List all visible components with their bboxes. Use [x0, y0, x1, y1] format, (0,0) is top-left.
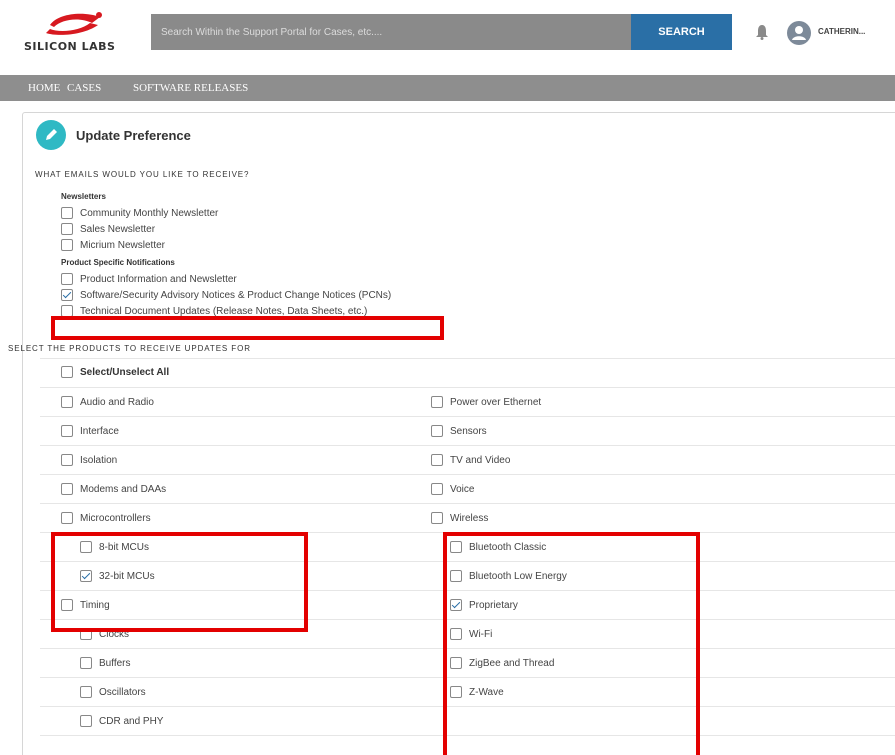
row-divider — [40, 358, 895, 359]
option-label: Sensors — [450, 425, 487, 437]
option-label: Product Information and Newsletter — [80, 273, 237, 285]
checkbox[interactable] — [61, 239, 73, 251]
row-divider — [40, 445, 895, 446]
option-label: Community Monthly Newsletter — [80, 207, 219, 219]
nav-home[interactable]: HOME — [28, 82, 60, 94]
option-label: Oscillators — [99, 686, 146, 698]
checkbox[interactable] — [61, 273, 73, 285]
checkbox[interactable] — [61, 454, 73, 466]
row-divider — [40, 474, 895, 475]
checkbox[interactable] — [61, 512, 73, 524]
notification-option[interactable]: Product Information and Newsletter — [61, 273, 237, 285]
option-label: Select/Unselect All — [80, 366, 170, 378]
product-notifications-heading: Product Specific Notifications — [61, 258, 175, 267]
option-label: Wireless — [450, 512, 489, 524]
product-option[interactable]: Interface — [61, 425, 119, 437]
option-label: Sales Newsletter — [80, 223, 156, 235]
option-label: TV and Video — [450, 454, 511, 466]
checkbox[interactable] — [80, 657, 92, 669]
option-label: Interface — [80, 425, 119, 437]
checkbox[interactable] — [431, 396, 443, 408]
highlight-box — [51, 316, 444, 340]
main-nav: HOME CASES SOFTWARE RELEASES — [0, 75, 895, 101]
select-all-option[interactable]: Select/Unselect All — [61, 366, 169, 378]
option-label: Technical Document Updates (Release Note… — [80, 305, 368, 317]
emails-heading: WHAT EMAILS WOULD YOU LIKE TO RECEIVE? — [35, 170, 250, 179]
checkbox[interactable] — [431, 425, 443, 437]
row-divider — [40, 503, 895, 504]
product-option[interactable]: Voice — [431, 483, 474, 495]
product-option[interactable]: Power over Ethernet — [431, 396, 541, 408]
product-sub-option[interactable]: Oscillators — [80, 686, 146, 698]
row-divider — [40, 416, 895, 417]
option-label: Micrium Newsletter — [80, 239, 166, 251]
search-input[interactable] — [151, 14, 631, 50]
checkbox[interactable] — [431, 454, 443, 466]
product-sub-option[interactable]: CDR and PHY — [80, 715, 163, 727]
checkbox[interactable] — [61, 289, 73, 301]
newsletters-heading: Newsletters — [61, 192, 106, 201]
newsletter-option[interactable]: Community Monthly Newsletter — [61, 207, 218, 219]
bell-icon[interactable] — [755, 24, 769, 40]
products-heading: SELECT THE PRODUCTS TO RECEIVE UPDATES F… — [8, 344, 251, 353]
checkbox[interactable] — [80, 686, 92, 698]
option-label: Modems and DAAs — [80, 483, 167, 495]
product-option[interactable]: Isolation — [61, 454, 117, 466]
checkbox[interactable] — [80, 715, 92, 727]
row-divider — [40, 387, 895, 388]
option-label: Voice — [450, 483, 475, 495]
product-option[interactable]: Wireless — [431, 512, 488, 524]
notification-option[interactable]: Software/Security Advisory Notices & Pro… — [61, 289, 391, 301]
nav-software-releases[interactable]: SOFTWARE RELEASES — [133, 82, 248, 94]
newsletter-option[interactable]: Sales Newsletter — [61, 223, 155, 235]
search-button[interactable]: SEARCH — [631, 14, 732, 50]
header: SILICON LABS SEARCH CATHERIN... — [0, 0, 895, 70]
checkbox[interactable] — [61, 483, 73, 495]
option-label: Audio and Radio — [80, 396, 154, 408]
option-label: Buffers — [99, 657, 131, 669]
option-label: Microcontrollers — [80, 512, 151, 524]
option-label: Software/Security Advisory Notices & Pro… — [80, 289, 392, 301]
option-label: Power over Ethernet — [450, 396, 542, 408]
option-label: Isolation — [80, 454, 118, 466]
checkbox[interactable] — [61, 223, 73, 235]
product-option[interactable]: Microcontrollers — [61, 512, 151, 524]
checkbox[interactable] — [431, 512, 443, 524]
option-label: CDR and PHY — [99, 715, 164, 727]
product-option[interactable]: Audio and Radio — [61, 396, 154, 408]
product-sub-option[interactable]: Buffers — [80, 657, 131, 669]
nav-cases[interactable]: CASES — [67, 82, 101, 94]
page-title: Update Preference — [76, 128, 191, 143]
logo-swoosh-icon — [46, 12, 102, 35]
checkbox[interactable] — [431, 483, 443, 495]
product-option[interactable]: Modems and DAAs — [61, 483, 166, 495]
user-icon — [792, 26, 806, 40]
silicon-labs-logo[interactable]: SILICON LABS — [22, 8, 122, 58]
product-option[interactable]: TV and Video — [431, 454, 510, 466]
pencil-icon — [36, 120, 66, 150]
logo-text: SILICON LABS — [24, 40, 116, 53]
avatar[interactable] — [787, 21, 811, 45]
checkbox[interactable] — [61, 425, 73, 437]
product-option[interactable]: Sensors — [431, 425, 487, 437]
highlight-box — [443, 532, 700, 755]
user-name[interactable]: CATHERIN... — [818, 27, 865, 36]
checkbox[interactable] — [61, 396, 73, 408]
checkbox[interactable] — [61, 366, 73, 378]
checkbox[interactable] — [61, 207, 73, 219]
highlight-box — [51, 532, 308, 632]
newsletter-option[interactable]: Micrium Newsletter — [61, 239, 165, 251]
